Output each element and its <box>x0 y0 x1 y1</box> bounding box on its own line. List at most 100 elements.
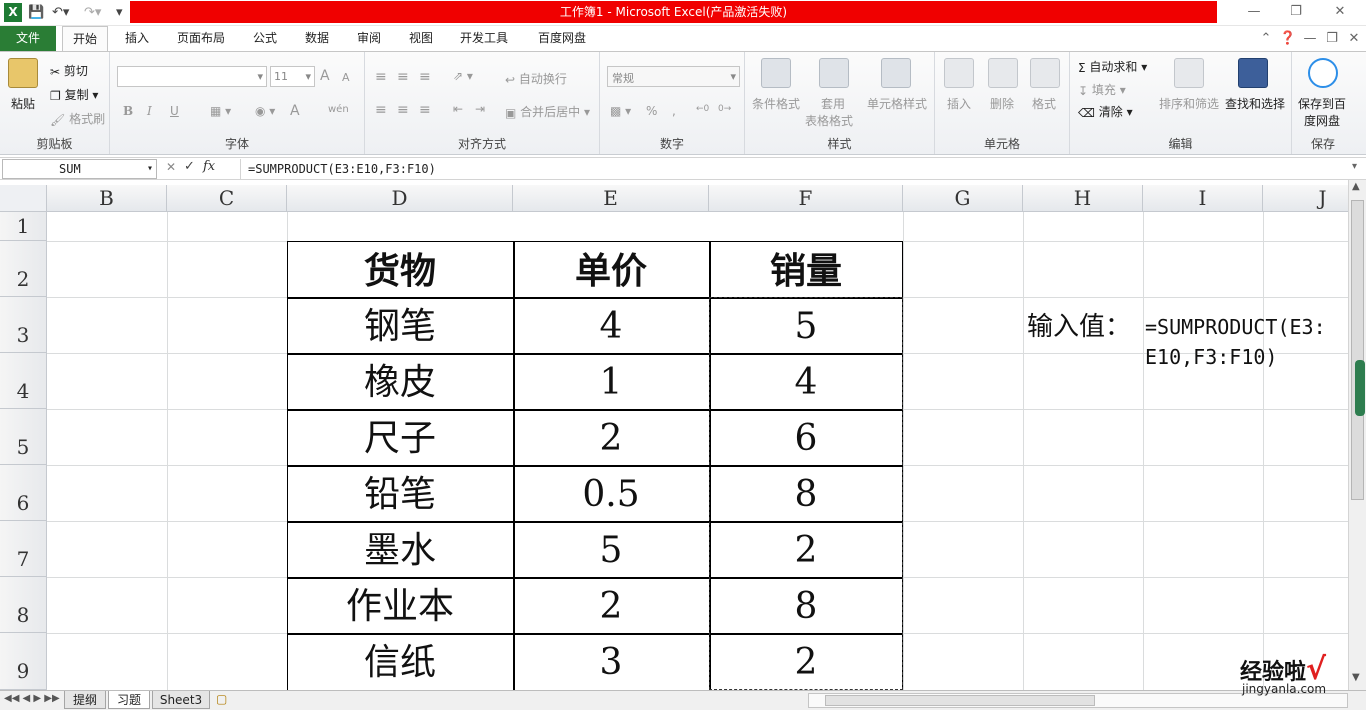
cell-f2[interactable]: 销量 <box>709 243 903 297</box>
tab-insert[interactable]: 插入 <box>118 26 156 51</box>
delete-cells-button[interactable]: 删除 <box>990 95 1014 112</box>
row-header-8[interactable]: 8 <box>0 577 47 633</box>
grow-font-button[interactable]: A <box>320 68 330 84</box>
table-format-button-line2[interactable]: 表格格式 <box>805 112 853 129</box>
minimize-icon[interactable]: — <box>1240 2 1268 22</box>
tab-developer[interactable]: 开发工具 <box>452 26 516 51</box>
cell-i3-line2[interactable]: E10,F3:F10) <box>1145 343 1348 371</box>
cell-e3[interactable]: 4 <box>513 299 709 353</box>
col-header-h[interactable]: H <box>1023 185 1143 212</box>
save-icon[interactable]: 💾 <box>28 3 44 22</box>
tab-page-layout[interactable]: 页面布局 <box>170 26 232 51</box>
cell-e8[interactable]: 2 <box>513 579 709 633</box>
doc-close-icon[interactable]: ✕ <box>1344 29 1364 49</box>
orientation-icon[interactable]: ⇗ ▾ <box>453 69 473 83</box>
shrink-font-button[interactable]: A <box>342 71 350 84</box>
cell-i3-line1[interactable]: =SUMPRODUCT(E3: <box>1145 313 1348 341</box>
font-size-combo[interactable]: 11 ▾ <box>270 66 315 87</box>
col-header-b[interactable]: B <box>47 185 167 212</box>
expand-formula-icon[interactable]: ▾ <box>1352 161 1357 172</box>
sheet-nav-icon[interactable]: ◀◀ ◀ ▶ ▶▶ <box>4 693 60 704</box>
conditional-format-button[interactable]: 条件格式 <box>752 95 800 112</box>
cell-e9[interactable]: 3 <box>513 635 709 689</box>
cell-e2[interactable]: 单价 <box>513 243 709 297</box>
phonetic-button[interactable]: wén <box>328 104 349 115</box>
save-to-baidu-line1[interactable]: 保存到百 <box>1298 95 1346 112</box>
increase-decimal-icon[interactable]: ←0 <box>696 104 709 114</box>
merge-center-button[interactable]: ▣ 合并后居中 ▾ <box>505 103 590 120</box>
autosum-button[interactable]: Σ 自动求和 ▾ <box>1078 58 1147 75</box>
tab-view[interactable]: 视图 <box>402 26 440 51</box>
comma-button[interactable]: , <box>672 104 676 118</box>
wrap-text-button[interactable]: ↩ 自动换行 <box>505 70 567 87</box>
accounting-icon[interactable]: ▩ ▾ <box>610 104 631 118</box>
row-header-6[interactable]: 6 <box>0 465 47 521</box>
tab-data[interactable]: 数据 <box>298 26 336 51</box>
horizontal-scroll-thumb[interactable] <box>825 695 1095 706</box>
vertical-scroll-thumb[interactable] <box>1351 200 1364 500</box>
tab-review[interactable]: 审阅 <box>350 26 388 51</box>
align-middle-icon[interactable]: ≡ <box>397 69 409 85</box>
align-right-icon[interactable]: ≡ <box>419 102 431 118</box>
name-box[interactable]: SUM ▾ <box>2 159 157 179</box>
vertical-scrollbar[interactable]: ▲ ▼ <box>1348 180 1366 690</box>
worksheet-grid[interactable]: B C D E F G H I J 1 2 3 4 5 6 7 8 9 货物 单… <box>0 185 1348 690</box>
cell-d7[interactable]: 墨水 <box>287 523 513 577</box>
cell-e7[interactable]: 5 <box>513 523 709 577</box>
paste-button[interactable]: 粘贴 <box>11 95 35 112</box>
formula-input[interactable]: =SUMPRODUCT(E3:E10,F3:F10) <box>240 159 1348 179</box>
cell-d8[interactable]: 作业本 <box>287 579 513 633</box>
redo-icon[interactable]: ↷▾ <box>84 3 101 22</box>
new-sheet-icon[interactable]: ▢ <box>216 692 227 706</box>
row-header-3[interactable]: 3 <box>0 297 47 353</box>
borders-icon[interactable]: ▦ ▾ <box>210 104 231 118</box>
undo-icon[interactable]: ↶▾ <box>52 3 69 22</box>
close-icon[interactable]: ✕ <box>1326 2 1354 22</box>
cell-d6[interactable]: 铅笔 <box>287 467 513 521</box>
copy-button[interactable]: ❐ 复制 ▾ <box>50 86 98 103</box>
row-header-2[interactable]: 2 <box>0 241 47 297</box>
table-format-button-line1[interactable]: 套用 <box>821 95 845 112</box>
cell-e6[interactable]: 0.5 <box>513 467 709 521</box>
col-header-g[interactable]: G <box>903 185 1023 212</box>
cell-d4[interactable]: 橡皮 <box>287 355 513 409</box>
font-name-combo[interactable]: ▾ <box>117 66 267 87</box>
collapse-ribbon-icon[interactable]: ⌃ <box>1256 29 1276 49</box>
cell-e4[interactable]: 1 <box>513 355 709 409</box>
italic-button[interactable]: I <box>147 104 152 118</box>
percent-button[interactable]: % <box>646 104 657 118</box>
tab-baidu-pan[interactable]: 百度网盘 <box>530 26 594 51</box>
bold-button[interactable]: B <box>123 104 133 118</box>
cell-d9[interactable]: 信纸 <box>287 635 513 689</box>
scroll-down-icon[interactable]: ▼ <box>1352 672 1360 683</box>
col-header-d[interactable]: D <box>287 185 513 212</box>
number-format-combo[interactable]: 常规 ▾ <box>607 66 740 87</box>
format-cells-button[interactable]: 格式 <box>1032 95 1056 112</box>
format-painter-button[interactable]: 🖌 格式刷 <box>50 110 105 127</box>
align-top-icon[interactable]: ≡ <box>375 69 387 85</box>
row-header-4[interactable]: 4 <box>0 353 47 409</box>
cell-d5[interactable]: 尺子 <box>287 411 513 465</box>
align-center-icon[interactable]: ≡ <box>397 102 409 118</box>
sheet-tab-sheet3[interactable]: Sheet3 <box>152 691 210 709</box>
cancel-entry-icon[interactable]: ✕ <box>166 160 176 174</box>
select-all-corner[interactable] <box>0 185 47 212</box>
tab-formulas[interactable]: 公式 <box>246 26 284 51</box>
enter-check-icon[interactable]: ✓ <box>184 159 195 174</box>
col-header-f[interactable]: F <box>709 185 903 212</box>
sheet-tab-exercise[interactable]: 习题 <box>108 691 150 709</box>
col-header-j[interactable]: J <box>1263 185 1348 212</box>
tab-home[interactable]: 开始 <box>62 26 108 52</box>
customize-qat-icon[interactable]: ▾ <box>116 3 123 22</box>
cell-styles-button[interactable]: 单元格样式 <box>867 95 927 112</box>
scroll-up-icon[interactable]: ▲ <box>1352 181 1360 192</box>
paste-icon[interactable] <box>8 58 38 88</box>
restore-icon[interactable]: ❐ <box>1282 2 1310 22</box>
insert-function-icon[interactable]: fx <box>203 159 215 174</box>
align-left-icon[interactable]: ≡ <box>375 102 387 118</box>
find-select-button[interactable]: 查找和选择 <box>1225 95 1285 112</box>
col-header-i[interactable]: I <box>1143 185 1263 212</box>
sheet-tab-outline[interactable]: 提纲 <box>64 691 106 709</box>
cell-h3[interactable]: 输入值： <box>1023 299 1143 353</box>
decrease-decimal-icon[interactable]: 0→ <box>718 104 731 114</box>
